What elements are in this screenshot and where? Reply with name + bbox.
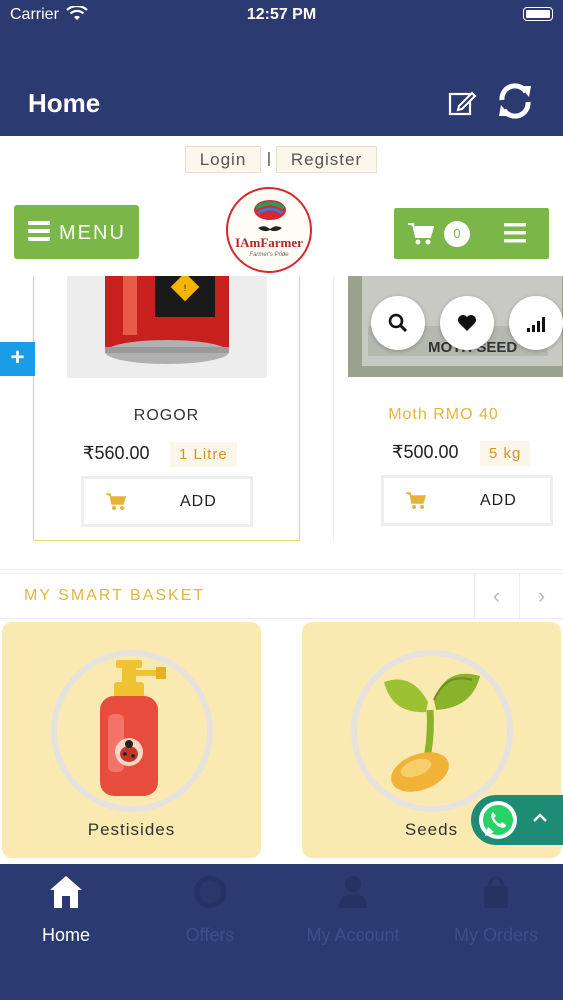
offer-badge-icon <box>194 876 226 908</box>
tab-label: Home <box>41 925 90 945</box>
logo-text: IAmFarmer <box>235 235 303 250</box>
tab-label: My Account <box>306 925 400 945</box>
brand-logo[interactable]: IAmFarmer Farmer's Pride <box>226 187 312 273</box>
tab-home[interactable]: Home <box>0 864 136 964</box>
tab-label: Offers <box>185 925 235 945</box>
tab-my-orders[interactable]: My Orders <box>426 864 563 964</box>
battery-icon <box>523 7 553 21</box>
page-title: Home <box>28 88 101 118</box>
section-title: MY SMART BASKET <box>24 587 206 604</box>
compare-button[interactable] <box>509 296 563 350</box>
refresh-icon[interactable] <box>494 80 536 122</box>
product-carousel[interactable]: ! ROGOR ₹560.00 1 Litre ADD MOTH SEED Mo… <box>0 276 563 570</box>
category-label[interactable]: Pestisides <box>2 820 261 840</box>
login-button[interactable]: Login <box>185 146 261 173</box>
wishlist-button[interactable] <box>440 296 494 350</box>
clock: 12:57 PM <box>246 6 317 23</box>
chevron-up-icon[interactable] <box>531 809 549 827</box>
sprayer-icon <box>100 660 166 796</box>
category-card-pestisides[interactable]: Pestisides <box>2 622 261 858</box>
product-image-rogor[interactable]: ! <box>67 276 267 378</box>
product-card[interactable]: MOTH SEED Moth RMO 40 ₹500.00 5 kg ADD <box>333 276 563 541</box>
product-qty[interactable]: 1 Litre <box>170 442 237 467</box>
carousel-arrows: ‹ › <box>474 574 563 618</box>
bag-icon <box>484 876 508 908</box>
cart-count-badge: 0 <box>444 221 470 247</box>
smart-basket-header: MY SMART BASKET ‹ › <box>0 573 563 619</box>
status-bar: Carrier 12:57 PM <box>0 0 563 30</box>
add-to-cart-button[interactable]: ADD <box>381 475 553 526</box>
tab-label: My Orders <box>453 925 538 945</box>
tab-offers[interactable]: Offers <box>140 864 280 964</box>
cart-icon <box>406 492 426 509</box>
turban-icon <box>254 200 286 220</box>
cart-icon <box>408 223 434 245</box>
product-card[interactable]: ! ROGOR ₹560.00 1 Litre ADD <box>33 276 300 541</box>
expand-plus-button[interactable]: + <box>0 342 35 376</box>
tab-my-account[interactable]: My Account <box>283 864 423 964</box>
product-price: ₹500.00 <box>392 442 459 462</box>
quick-view-button[interactable] <box>371 296 425 350</box>
mustache-icon <box>258 226 282 232</box>
product-name[interactable]: Moth RMO 40 <box>354 406 533 424</box>
heart-icon <box>458 315 476 331</box>
register-button[interactable]: Register <box>276 146 377 173</box>
logo-tagline: Farmer's Pride <box>249 252 289 258</box>
add-to-cart-button[interactable]: ADD <box>81 476 253 527</box>
add-label: ADD <box>480 492 517 509</box>
search-icon <box>388 313 408 333</box>
cart-button[interactable]: 0 <box>394 208 549 259</box>
menu-label: MENU <box>59 222 126 244</box>
home-icon <box>50 876 82 908</box>
product-name[interactable]: ROGOR <box>34 407 299 425</box>
whatsapp-button[interactable] <box>471 795 563 845</box>
product-price: ₹560.00 <box>83 443 150 463</box>
next-arrow-icon[interactable]: › <box>519 574 563 618</box>
hamburger-icon[interactable] <box>504 223 526 243</box>
cart-icon <box>106 493 126 510</box>
menu-icon <box>28 221 50 241</box>
signal-bars-icon <box>527 317 545 332</box>
svg-text:!: ! <box>184 283 187 293</box>
product-qty[interactable]: 5 kg <box>480 441 531 466</box>
edit-icon[interactable] <box>447 88 477 118</box>
whatsapp-icon <box>479 801 517 839</box>
nav-bar: Home <box>0 30 563 136</box>
auth-bar: Login | Register <box>0 136 563 182</box>
menu-button[interactable]: MENU <box>14 205 139 259</box>
auth-separator: | <box>267 150 271 167</box>
user-icon <box>339 876 367 908</box>
add-label: ADD <box>180 493 217 510</box>
prev-arrow-icon[interactable]: ‹ <box>474 574 518 618</box>
bottom-tab-bar: Home Offers My Account My Orders <box>0 864 563 1000</box>
sprout-icon <box>384 673 480 792</box>
